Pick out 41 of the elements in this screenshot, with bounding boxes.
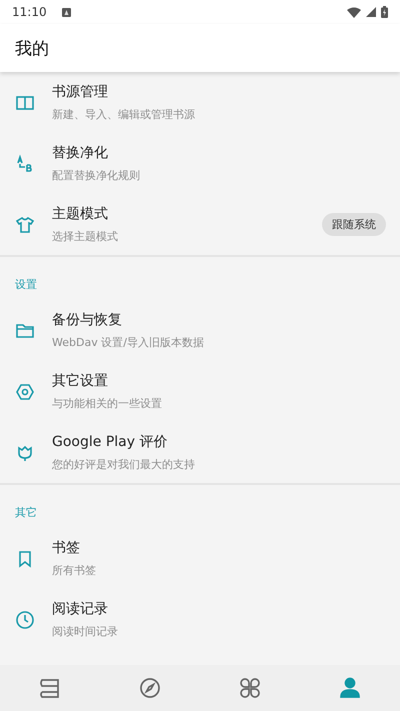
replace-icon bbox=[15, 154, 35, 174]
section-header: 其它 bbox=[14, 505, 38, 521]
item-subtitle: 您的好评是对我们最大的支持 bbox=[52, 457, 196, 472]
clover-icon[interactable] bbox=[238, 676, 262, 700]
settings-item[interactable]: 主题模式 选择主题模式 跟随系统 bbox=[0, 194, 400, 255]
status-time: 11:10 bbox=[12, 5, 47, 19]
section-header: 设置 bbox=[14, 277, 38, 293]
settings-item[interactable]: 其它设置 与功能相关的一些设置 bbox=[0, 361, 400, 422]
item-title: 书签 bbox=[52, 539, 81, 557]
compass-icon[interactable] bbox=[138, 676, 162, 700]
settings-item[interactable]: 替换净化 配置替换净化规则 bbox=[0, 133, 400, 194]
item-subtitle: 新建、导入、编辑或管理书源 bbox=[52, 107, 196, 122]
item-title: 其它设置 bbox=[52, 372, 109, 390]
item-subtitle: 与功能相关的一些设置 bbox=[52, 396, 163, 411]
settings-item[interactable]: 书签 所有书签 bbox=[0, 528, 400, 589]
item-subtitle: WebDav 设置/导入旧版本数据 bbox=[52, 335, 205, 350]
signal-icon bbox=[366, 7, 376, 17]
wifi-icon bbox=[347, 6, 361, 18]
settings-item[interactable]: 备份与恢复 WebDav 设置/导入旧版本数据 bbox=[0, 300, 400, 361]
person-icon[interactable] bbox=[338, 676, 362, 700]
item-title: 替换净化 bbox=[52, 144, 109, 162]
clock-icon bbox=[15, 610, 35, 630]
item-subtitle: 所有书签 bbox=[52, 563, 97, 578]
notification-icon bbox=[62, 8, 71, 16]
item-subtitle: 阅读时间记录 bbox=[52, 624, 119, 639]
item-title: 备份与恢复 bbox=[52, 311, 123, 329]
battery-icon bbox=[381, 6, 388, 18]
item-subtitle: 选择主题模式 bbox=[52, 229, 119, 244]
settings-item[interactable]: Google Play 评价 您的好评是对我们最大的支持 bbox=[0, 422, 400, 483]
shirt-icon bbox=[15, 214, 35, 234]
item-subtitle: 配置替换净化规则 bbox=[52, 168, 141, 183]
settings-item[interactable]: 阅读记录 阅读时间记录 bbox=[0, 589, 400, 650]
page-title: 我的 bbox=[15, 38, 49, 60]
item-title: 阅读记录 bbox=[52, 600, 109, 618]
books-icon[interactable] bbox=[38, 676, 62, 700]
theme-chip[interactable]: 跟随系统 bbox=[322, 213, 386, 236]
settings-item[interactable]: 书源管理 新建、导入、编辑或管理书源 bbox=[0, 72, 400, 133]
item-title: 书源管理 bbox=[52, 83, 109, 101]
item-title: Google Play 评价 bbox=[52, 433, 168, 451]
item-title: 主题模式 bbox=[52, 205, 109, 223]
hexagon-icon bbox=[15, 382, 35, 402]
